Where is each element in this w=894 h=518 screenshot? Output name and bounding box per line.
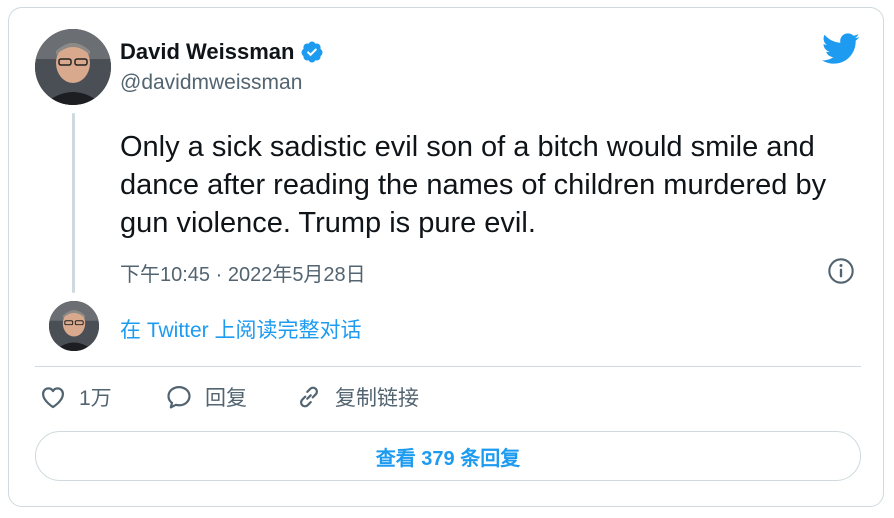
- divider: [35, 366, 861, 367]
- tweet-text: Only a sick sadistic evil son of a bitch…: [120, 131, 827, 239]
- heart-icon: [41, 387, 65, 409]
- view-replies-button[interactable]: 查看 379 条回复: [35, 431, 861, 481]
- tweet-card: David Weissman @davidmweissman Only a si…: [8, 7, 884, 507]
- author-avatar[interactable]: [35, 29, 111, 105]
- reply-button[interactable]: 回复: [165, 382, 247, 412]
- reply-label: 回复: [205, 387, 247, 410]
- author-name-row[interactable]: David Weissman: [120, 39, 324, 65]
- info-icon[interactable]: [827, 257, 855, 285]
- read-conversation-link[interactable]: 在 Twitter 上阅读完整对话: [120, 314, 362, 344]
- speech-bubble-icon: [167, 385, 191, 409]
- verified-badge-icon: [301, 41, 323, 63]
- copy-link-label: 复制链接: [335, 387, 419, 410]
- copy-link-button[interactable]: 复制链接: [295, 382, 419, 412]
- thread-line: [72, 113, 75, 293]
- author-handle[interactable]: @davidmweissman: [120, 71, 302, 95]
- link-icon: [300, 386, 318, 408]
- like-button[interactable]: 1万: [39, 382, 112, 412]
- tweet-timestamp[interactable]: 下午10:45 · 2022年5月28日: [120, 258, 366, 287]
- twitter-bird-icon[interactable]: [822, 33, 860, 65]
- reader-avatar: [49, 301, 99, 351]
- like-count: 1万: [79, 387, 112, 410]
- author-display-name[interactable]: David Weissman: [120, 39, 294, 65]
